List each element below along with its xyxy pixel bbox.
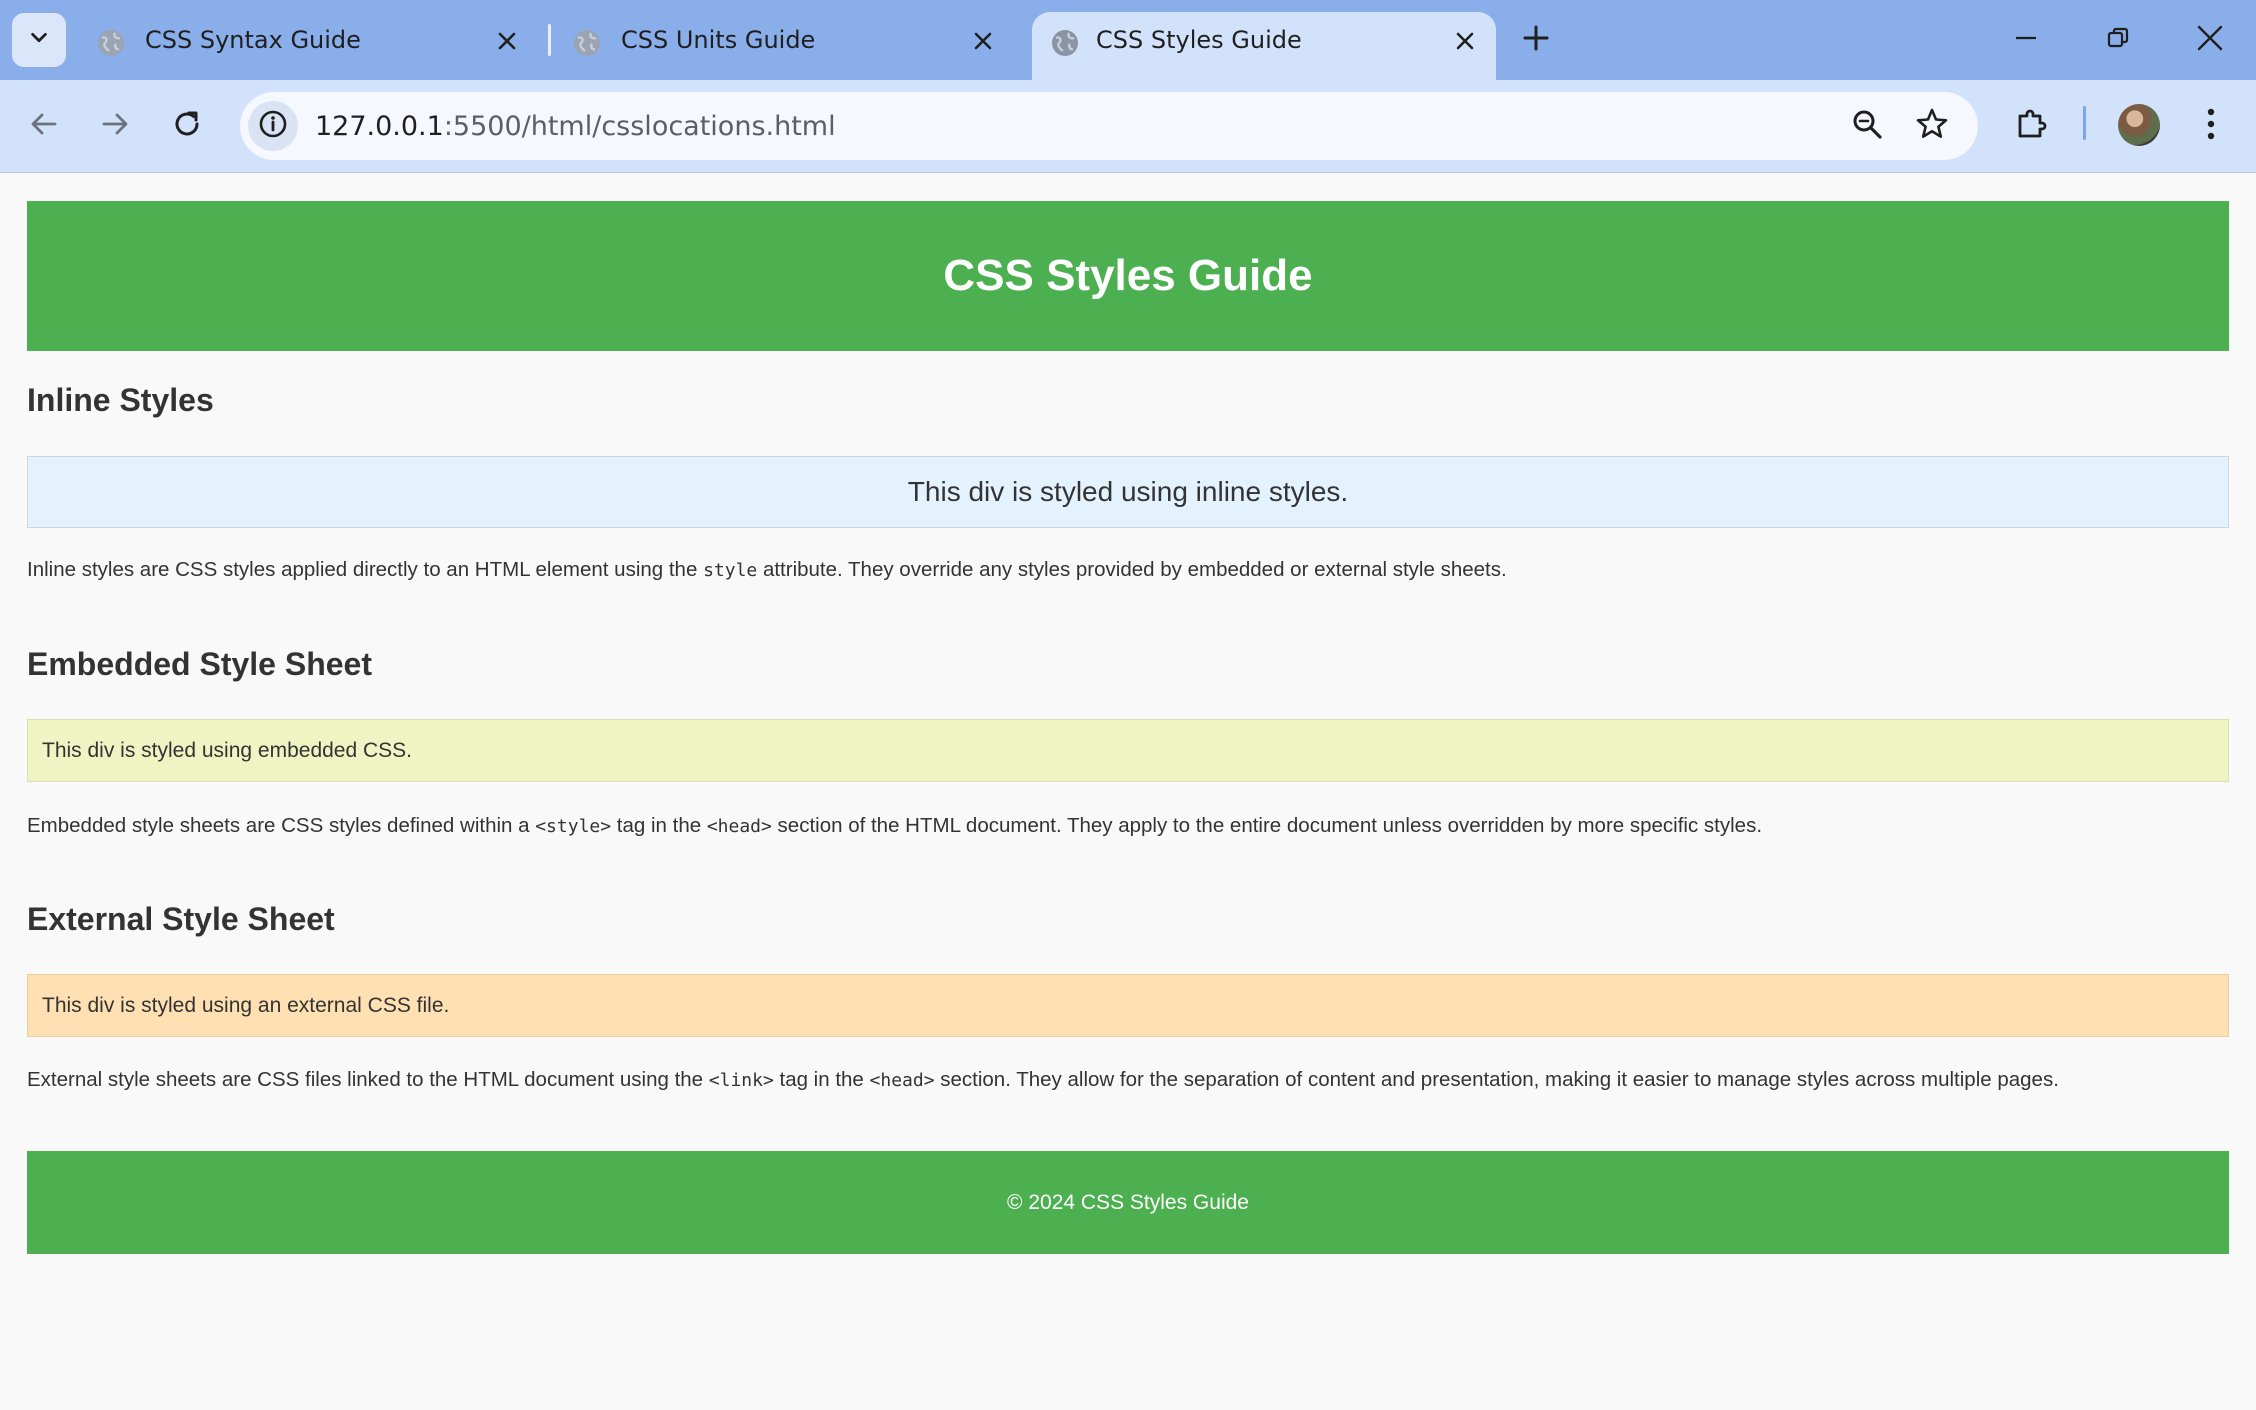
section-heading-embedded: Embedded Style Sheet — [27, 646, 372, 682]
plus-icon — [1523, 25, 1549, 56]
restore-button[interactable] — [2096, 18, 2140, 62]
tab-css-syntax-guide[interactable]: CSS Syntax Guide — [70, 12, 540, 80]
tab-css-styles-guide[interactable]: CSS Styles Guide — [1032, 12, 1496, 80]
minimize-icon — [2014, 26, 2038, 55]
section-heading-inline: Inline Styles — [27, 382, 214, 418]
desc-text: tag in the — [773, 1068, 870, 1091]
desc-text: Embedded style sheets are CSS styles def… — [27, 814, 536, 837]
star-icon — [1915, 107, 1949, 146]
reload-button[interactable] — [163, 102, 211, 150]
page-title: CSS Styles Guide — [943, 251, 1313, 300]
globe-icon — [572, 28, 602, 58]
footer-text: © 2024 CSS Styles Guide — [1007, 1190, 1249, 1214]
minimize-button[interactable] — [2004, 18, 2048, 62]
desc-text: attribute. They override any styles prov… — [757, 558, 1507, 581]
back-button[interactable] — [20, 102, 68, 150]
globe-icon — [1050, 28, 1080, 58]
desc-text: External style sheets are CSS files link… — [27, 1068, 709, 1091]
browser-toolbar: 127.0.0.1:5500/html/csslocations.html — [0, 80, 2256, 173]
page-content: CSS Styles Guide Inline Styles This div … — [27, 201, 2229, 1254]
close-window-button[interactable] — [2188, 18, 2232, 62]
puzzle-icon — [2015, 107, 2049, 146]
close-icon[interactable] — [492, 26, 522, 56]
browser-menu-button[interactable] — [2187, 102, 2235, 150]
desc-text: Inline styles are CSS styles applied dir… — [27, 558, 704, 581]
inline-demo-box: This div is styled using inline styles. — [27, 456, 2229, 528]
embedded-demo-text: This div is styled using embedded CSS. — [42, 738, 413, 762]
restore-icon — [2106, 26, 2130, 55]
code-snippet: <style> — [535, 816, 612, 837]
kebab-menu-icon — [2205, 107, 2217, 146]
section-heading-external: External Style Sheet — [27, 901, 335, 937]
code-snippet: <link> — [708, 1070, 774, 1091]
embedded-description: Embedded style sheets are CSS styles def… — [27, 814, 1762, 838]
address-bar[interactable]: 127.0.0.1:5500/html/csslocations.html — [240, 92, 1978, 160]
external-description: External style sheets are CSS files link… — [27, 1068, 2059, 1092]
arrow-left-icon — [29, 109, 59, 144]
site-info-button[interactable] — [248, 101, 298, 151]
tab-css-units-guide[interactable]: CSS Units Guide — [546, 12, 1016, 80]
site-footer: © 2024 CSS Styles Guide — [27, 1151, 2229, 1254]
close-icon — [2197, 25, 2223, 56]
desc-text: section of the HTML document. They apply… — [771, 814, 1763, 837]
embedded-demo-box: This div is styled using embedded CSS. — [27, 719, 2229, 782]
arrow-right-icon — [100, 109, 130, 144]
globe-icon — [96, 28, 126, 58]
external-demo-box: This div is styled using an external CSS… — [27, 974, 2229, 1037]
close-icon[interactable] — [968, 26, 998, 56]
bookmark-button[interactable] — [1912, 106, 1952, 146]
desc-text: section. They allow for the separation o… — [934, 1068, 2059, 1091]
zoom-icon — [1851, 108, 1883, 145]
url-path: :5500/html/csslocations.html — [443, 110, 836, 142]
forward-button[interactable] — [91, 102, 139, 150]
avatar[interactable] — [2118, 104, 2160, 146]
desc-text: tag in the — [611, 814, 707, 837]
code-snippet: <head> — [869, 1070, 935, 1091]
extensions-button[interactable] — [2008, 102, 2056, 150]
tab-title: CSS Units Guide — [621, 26, 816, 54]
inline-description: Inline styles are CSS styles applied dir… — [27, 558, 1507, 582]
toolbar-divider — [2083, 106, 2086, 140]
site-header: CSS Styles Guide — [27, 201, 2229, 351]
zoom-button[interactable] — [1847, 106, 1887, 146]
tab-strip: CSS Syntax Guide CSS Units Guide CSS Sty… — [0, 0, 2256, 80]
inline-demo-text: This div is styled using inline styles. — [907, 476, 1349, 507]
url-host: 127.0.0.1 — [315, 110, 444, 142]
tab-title: CSS Styles Guide — [1096, 26, 1302, 54]
info-icon — [258, 109, 288, 144]
tab-title: CSS Syntax Guide — [145, 26, 361, 54]
close-icon[interactable] — [1450, 26, 1480, 56]
code-snippet: <head> — [706, 816, 772, 837]
code-snippet: style — [703, 560, 758, 581]
chevron-down-icon — [28, 27, 50, 54]
reload-icon — [172, 109, 202, 144]
new-tab-button[interactable] — [1516, 20, 1556, 60]
url-text[interactable]: 127.0.0.1:5500/html/csslocations.html — [315, 92, 836, 160]
external-demo-text: This div is styled using an external CSS… — [42, 993, 450, 1017]
tab-search-button[interactable] — [12, 13, 66, 67]
